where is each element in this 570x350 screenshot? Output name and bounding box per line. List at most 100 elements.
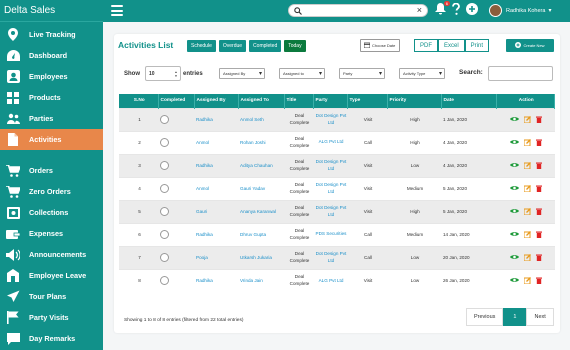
help-icon[interactable] <box>452 2 460 17</box>
edit-icon[interactable] <box>523 207 532 216</box>
export-excel-button[interactable]: Excel <box>438 39 465 52</box>
cell-assigned-to[interactable]: Vrinda Jain <box>238 268 284 292</box>
edit-icon[interactable] <box>523 161 532 170</box>
cell-party[interactable]: Dot Design Pvt Ltd <box>313 245 347 269</box>
global-search-input[interactable]: × <box>288 4 428 17</box>
cell-assigned-by[interactable]: Radhika <box>194 153 238 177</box>
tab-completed[interactable]: Completed <box>249 40 282 52</box>
edit-icon[interactable] <box>523 253 532 262</box>
col-completed[interactable]: Completed <box>158 94 195 108</box>
cell-party[interactable]: ALG Pvt Ltd <box>313 130 347 154</box>
cell-party[interactable]: Dot Design Pvt Ltd <box>313 199 347 223</box>
cell-assigned-by[interactable]: Radhika <box>194 222 238 246</box>
col-type[interactable]: Type <box>347 94 388 108</box>
edit-icon[interactable] <box>523 138 532 147</box>
cell-assigned-to[interactable]: Dhruv Gupta <box>238 222 284 246</box>
page-size-select[interactable]: 10 <box>145 66 181 81</box>
next-page-button[interactable]: Next <box>526 308 554 326</box>
col-date[interactable]: Date <box>441 94 497 108</box>
delete-trash-icon[interactable] <box>536 116 543 124</box>
previous-page-button[interactable]: Previous <box>466 308 504 326</box>
activity-type-filter[interactable]: Activity Type <box>399 68 445 79</box>
notification-bell-icon[interactable]: 6 <box>435 1 450 17</box>
tab-overdue[interactable]: Overdue <box>218 40 247 52</box>
delete-trash-icon[interactable] <box>536 254 543 262</box>
completed-radio[interactable] <box>160 160 169 170</box>
sidebar-item-dashboard[interactable]: Dashboard <box>0 45 103 66</box>
hamburger-menu-icon[interactable] <box>111 5 123 16</box>
sidebar-item-expenses[interactable]: Expenses <box>0 223 103 244</box>
completed-radio[interactable] <box>160 137 169 147</box>
print-button[interactable]: Print <box>464 39 490 52</box>
completed-radio[interactable] <box>160 183 169 193</box>
delete-trash-icon[interactable] <box>536 208 543 216</box>
completed-radio[interactable] <box>160 229 169 239</box>
assigned-to-filter[interactable]: Assigned to <box>279 68 325 79</box>
cell-assigned-by[interactable]: Anmol <box>194 176 238 200</box>
choose-date-button[interactable]: Choose Date <box>360 39 400 52</box>
col-assigned-to[interactable]: Assigned To <box>238 94 285 108</box>
cell-assigned-to[interactable]: Rohan Joshi <box>238 130 284 154</box>
view-eye-icon[interactable] <box>510 231 520 238</box>
party-filter[interactable]: Party <box>339 68 385 79</box>
delete-trash-icon[interactable] <box>536 231 543 239</box>
col-title[interactable]: Title <box>284 94 314 108</box>
user-menu[interactable]: Radhika Kohera ▾ <box>489 4 551 17</box>
sidebar-item-orders[interactable]: Orders <box>0 160 103 181</box>
edit-icon[interactable] <box>523 115 532 124</box>
page-1-button[interactable]: 1 <box>503 308 527 326</box>
cell-assigned-by[interactable]: Anmol <box>194 130 238 154</box>
export-pdf-button[interactable]: PDF <box>414 39 438 52</box>
col-sno[interactable]: S.No <box>119 94 159 108</box>
tab-today[interactable]: Today <box>284 40 306 52</box>
cell-party[interactable]: Dot Design Pvt Ltd <box>313 176 347 200</box>
sidebar-item-collections[interactable]: Collections <box>0 202 103 223</box>
tab-schedule[interactable]: Schedule <box>187 40 216 52</box>
cell-party[interactable]: PDS Securities <box>313 222 347 246</box>
view-eye-icon[interactable] <box>510 162 520 169</box>
cell-assigned-to[interactable]: Anmol Seth <box>238 107 284 131</box>
table-search-input[interactable] <box>488 66 553 81</box>
col-party[interactable]: Party <box>313 94 348 108</box>
sidebar-item-parties[interactable]: Parties <box>0 108 103 129</box>
cell-assigned-to[interactable]: Utkarsh Jukaria <box>238 245 284 269</box>
cell-assigned-by[interactable]: Gauri <box>194 199 238 223</box>
create-new-button[interactable]: Create New <box>506 39 554 52</box>
col-priority[interactable]: Priority <box>387 94 442 108</box>
cell-party[interactable]: Dot Design Pvt Ltd <box>313 107 347 131</box>
cell-assigned-to[interactable]: Aditya Chauhan <box>238 153 284 177</box>
completed-radio[interactable] <box>160 252 169 262</box>
sidebar-item-employee-leave[interactable]: Employee Leave <box>0 265 103 286</box>
edit-icon[interactable] <box>523 276 532 285</box>
sidebar-item-live-tracking[interactable]: Live Tracking <box>0 24 103 45</box>
sidebar-item-tour-plans[interactable]: Tour Plans <box>0 286 103 307</box>
cell-assigned-by[interactable]: Radhika <box>194 268 238 292</box>
cell-party[interactable]: Dot Design Pvt Ltd <box>313 153 347 177</box>
sidebar-item-products[interactable]: Products <box>0 87 103 108</box>
clear-search-icon[interactable]: × <box>417 5 422 15</box>
delete-trash-icon[interactable] <box>536 185 543 193</box>
view-eye-icon[interactable] <box>510 185 520 192</box>
edit-icon[interactable] <box>523 184 532 193</box>
view-eye-icon[interactable] <box>510 208 520 215</box>
view-eye-icon[interactable] <box>510 116 520 123</box>
delete-trash-icon[interactable] <box>536 139 543 147</box>
view-eye-icon[interactable] <box>510 254 520 261</box>
sidebar-item-activities[interactable]: Activities <box>0 129 103 150</box>
view-eye-icon[interactable] <box>510 139 520 146</box>
edit-icon[interactable] <box>523 230 532 239</box>
cell-assigned-by[interactable]: Pooja <box>194 245 238 269</box>
assigned-by-filter[interactable]: Assigned By <box>219 68 265 79</box>
delete-trash-icon[interactable] <box>536 162 543 170</box>
cell-party[interactable]: ALG Pvt Ltd <box>313 268 347 292</box>
completed-radio[interactable] <box>160 275 169 285</box>
cell-assigned-by[interactable]: Radhika <box>194 107 238 131</box>
completed-radio[interactable] <box>160 114 169 124</box>
cell-assigned-to[interactable]: Ananya Karanwal <box>238 199 284 223</box>
completed-radio[interactable] <box>160 206 169 216</box>
sidebar-item-zero-orders[interactable]: Zero Orders <box>0 181 103 202</box>
cell-assigned-to[interactable]: Gauri Yadav <box>238 176 284 200</box>
sidebar-item-employees[interactable]: Employees <box>0 66 103 87</box>
sidebar-item-announcements[interactable]: Announcements <box>0 244 103 265</box>
view-eye-icon[interactable] <box>510 277 520 284</box>
